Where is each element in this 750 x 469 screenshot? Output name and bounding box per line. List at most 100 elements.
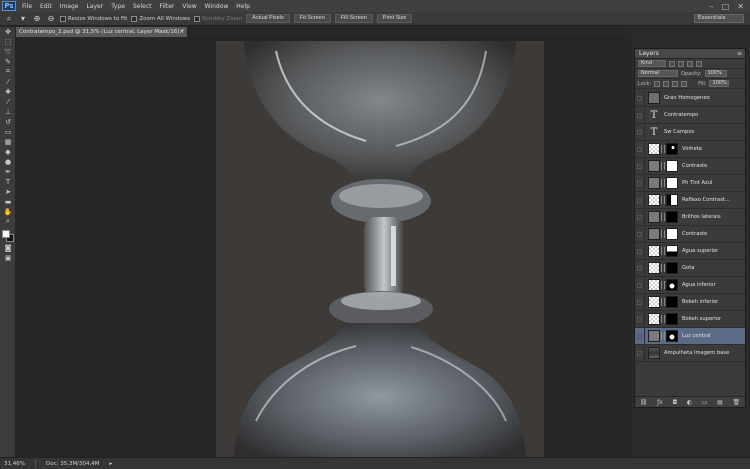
visibility-toggle[interactable] xyxy=(635,208,645,226)
menu-edit[interactable]: Edit xyxy=(36,3,56,10)
blur-tool-icon[interactable]: ◆ xyxy=(2,147,14,156)
menu-select[interactable]: Select xyxy=(129,3,156,10)
mask-link-icon[interactable] xyxy=(661,247,665,255)
zoom-tool-icon[interactable]: ⌕ xyxy=(4,14,14,23)
visibility-toggle[interactable] xyxy=(635,191,645,209)
visibility-toggle[interactable] xyxy=(635,90,645,107)
layer-row[interactable]: Contraste xyxy=(635,225,745,243)
visibility-toggle[interactable] xyxy=(635,140,645,158)
path-select-icon[interactable]: ➤ xyxy=(2,187,14,196)
quick-select-tool-icon[interactable]: ✎ xyxy=(2,57,14,66)
layer-thumbnail[interactable] xyxy=(648,330,660,342)
fill-field[interactable]: 100% xyxy=(709,80,730,87)
mask-link-icon[interactable] xyxy=(661,298,665,306)
move-tool-icon[interactable]: ✥ xyxy=(2,27,14,36)
menu-type[interactable]: Type xyxy=(107,3,129,10)
layer-mask-thumbnail[interactable] xyxy=(666,228,678,240)
layer-row[interactable]: Ampulheta Imagem base xyxy=(635,344,745,362)
add-mask-icon[interactable]: ◘ xyxy=(672,399,677,406)
pixel-filter-icon[interactable] xyxy=(669,60,675,67)
link-layers-icon[interactable]: ⛓ xyxy=(640,399,648,406)
layer-mask-thumbnail[interactable] xyxy=(666,194,678,206)
dodge-tool-icon[interactable]: ● xyxy=(2,157,14,166)
checkbox-box[interactable] xyxy=(60,15,66,22)
menu-window[interactable]: Window xyxy=(201,3,233,10)
mask-link-icon[interactable] xyxy=(661,230,665,238)
visibility-toggle[interactable] xyxy=(635,174,645,192)
visibility-toggle[interactable] xyxy=(635,276,645,294)
layer-row[interactable]: Luz central xyxy=(635,327,745,345)
layer-thumbnail[interactable] xyxy=(648,313,660,325)
chevron-down-icon[interactable]: ▾ xyxy=(18,14,28,23)
layer-thumbnail[interactable] xyxy=(648,143,660,155)
adjustment-filter-icon[interactable] xyxy=(678,60,684,67)
workspace-select[interactable]: Essentials xyxy=(694,14,744,23)
lasso-tool-icon[interactable]: ➰ xyxy=(2,47,14,56)
pen-tool-icon[interactable]: ✒ xyxy=(2,167,14,176)
layer-row[interactable]: Contraste xyxy=(635,157,745,175)
color-swatches[interactable] xyxy=(1,229,15,243)
mask-link-icon[interactable] xyxy=(661,145,665,153)
shape-tool-icon[interactable]: ▬ xyxy=(2,197,14,206)
mask-link-icon[interactable] xyxy=(661,332,665,340)
close-icon[interactable]: × xyxy=(179,27,184,37)
new-group-icon[interactable]: ▭ xyxy=(702,399,708,406)
clone-stamp-icon[interactable]: ⊥ xyxy=(2,107,14,116)
layer-mask-thumbnail[interactable] xyxy=(666,143,678,155)
filter-kind-select[interactable]: Kind xyxy=(638,60,666,67)
mask-link-icon[interactable] xyxy=(661,162,665,170)
layer-mask-thumbnail[interactable] xyxy=(666,313,678,325)
visibility-toggle[interactable] xyxy=(635,106,645,124)
crop-tool-icon[interactable]: ⌗ xyxy=(2,67,14,76)
checkbox-box[interactable] xyxy=(194,15,201,22)
document-tab[interactable]: Contratempo_2.psd @ 31,5% (Luz central, … xyxy=(16,27,188,37)
layer-row[interactable]: Bokeh inferior xyxy=(635,293,745,311)
layer-thumbnail[interactable] xyxy=(648,160,660,172)
marquee-tool-icon[interactable]: ⬚ xyxy=(2,37,14,46)
layer-thumbnail[interactable] xyxy=(648,279,660,291)
gradient-tool-icon[interactable]: ▦ xyxy=(2,137,14,146)
fit-screen-button[interactable]: Fit Screen xyxy=(293,14,331,23)
visibility-toggle[interactable] xyxy=(635,259,645,277)
adjustment-layer-icon[interactable]: ◐ xyxy=(687,399,692,406)
new-layer-icon[interactable]: ▤ xyxy=(717,399,723,406)
foreground-color-swatch[interactable] xyxy=(2,230,10,238)
layer-row[interactable]: Agua superior xyxy=(635,242,745,260)
layer-thumbnail[interactable] xyxy=(648,194,660,206)
layer-mask-thumbnail[interactable] xyxy=(666,177,678,189)
lock-pixels-icon[interactable] xyxy=(663,80,670,87)
layer-thumbnail[interactable]: T xyxy=(648,109,660,121)
checkbox-box[interactable] xyxy=(131,15,138,22)
type-filter-icon[interactable] xyxy=(687,60,693,67)
type-tool-icon[interactable]: T xyxy=(2,177,14,186)
layers-panel-header[interactable]: Layers ≡ xyxy=(635,49,745,59)
brush-tool-icon[interactable]: ⁄ xyxy=(2,97,14,106)
layer-row[interactable]: Brilhos laterais xyxy=(635,208,745,226)
layer-row[interactable]: Gran Homogeneo xyxy=(635,90,745,107)
layer-row[interactable]: Gota xyxy=(635,259,745,277)
document-canvas[interactable] xyxy=(216,41,544,457)
mask-link-icon[interactable] xyxy=(661,179,665,187)
visibility-toggle[interactable] xyxy=(635,344,645,362)
fill-screen-button[interactable]: Fill Screen xyxy=(334,14,373,23)
zoom-all-windows-checkbox[interactable]: Zoom All Windows xyxy=(131,15,190,22)
mask-link-icon[interactable] xyxy=(661,213,665,221)
status-menu-icon[interactable]: ▸ xyxy=(110,461,113,467)
menu-file[interactable]: File xyxy=(18,3,36,10)
mask-link-icon[interactable] xyxy=(661,315,665,323)
history-brush-icon[interactable]: ↺ xyxy=(2,117,14,126)
doc-size[interactable]: Doc: 35,3M/304,4M xyxy=(46,461,100,467)
visibility-toggle[interactable] xyxy=(635,310,645,328)
layer-thumbnail[interactable] xyxy=(648,296,660,308)
visibility-toggle[interactable] xyxy=(635,123,645,141)
quick-mask-icon[interactable]: ◙ xyxy=(2,243,14,252)
screen-mode-icon[interactable]: ▣ xyxy=(2,253,14,262)
hand-tool-icon[interactable]: ✋ xyxy=(2,207,14,216)
lock-transparency-icon[interactable] xyxy=(654,80,661,87)
shape-filter-icon[interactable] xyxy=(696,60,702,67)
layer-mask-thumbnail[interactable] xyxy=(666,330,678,342)
layer-mask-thumbnail[interactable] xyxy=(666,279,678,291)
blend-mode-select[interactable]: Normal xyxy=(638,70,678,77)
layer-thumbnail[interactable] xyxy=(648,262,660,274)
zoom-out-icon[interactable]: ⊖ xyxy=(46,14,56,23)
